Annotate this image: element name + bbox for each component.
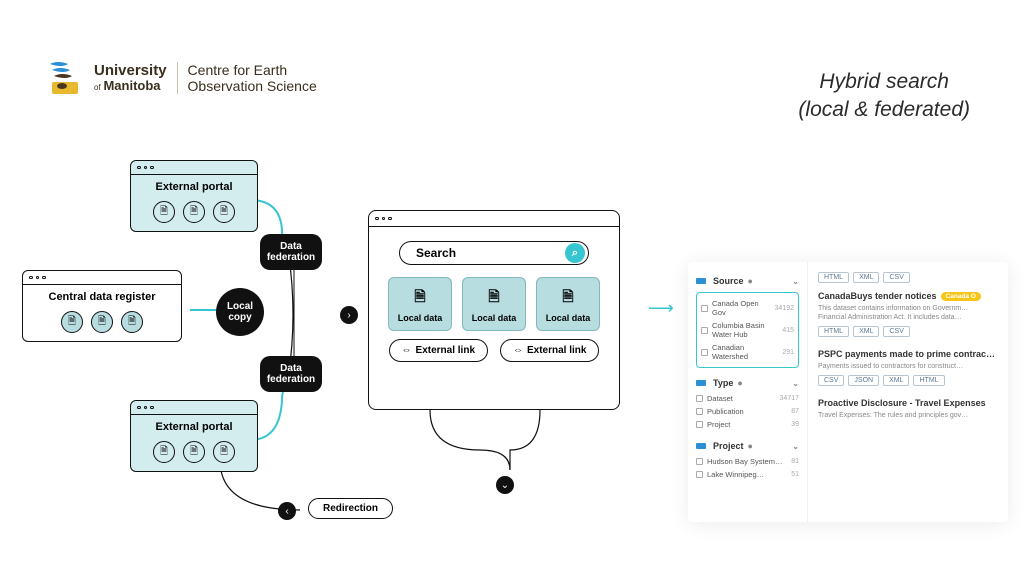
document-icon: 🗎	[562, 286, 573, 310]
facet-item[interactable]: Dataset34717	[696, 392, 799, 405]
external-portal-top: External portal 🗎 🗎 🗎	[130, 160, 258, 232]
format-tag[interactable]: JSON	[848, 375, 879, 386]
result-item[interactable]: PSPC payments made to prime contrac… Pay…	[818, 349, 998, 386]
facet-item[interactable]: Hudson Bay System…81	[696, 455, 799, 468]
arrow-right-icon: ⟶	[648, 298, 674, 319]
external-link-button[interactable]: ⇔External link	[389, 339, 488, 362]
facet-item[interactable]: Canada Open Gov34192	[701, 297, 794, 319]
local-data-card[interactable]: 🗎Local data	[388, 277, 452, 331]
checkbox-icon[interactable]	[701, 327, 708, 334]
checkbox-icon[interactable]	[696, 471, 703, 478]
data-federation-label: Data federation	[260, 356, 322, 392]
format-tag[interactable]: XML	[883, 375, 909, 386]
link-icon: ⇔	[513, 345, 523, 356]
result-screenshot: Source ●⌄ Canada Open Gov34192 Columbia …	[688, 262, 1008, 522]
document-icon: 🗎	[213, 201, 235, 223]
document-icon: 🗎	[153, 441, 175, 463]
external-portal-bottom: External portal 🗎 🗎 🗎	[130, 400, 258, 472]
search-icon[interactable]: ⌕	[565, 243, 585, 263]
local-data-card[interactable]: 🗎Local data	[462, 277, 526, 331]
page-title: Hybrid search (local & federated)	[798, 68, 970, 125]
central-data-register: Central data register 🗎 🗎 🗎	[22, 270, 182, 342]
redirection-label: Redirection	[308, 498, 393, 519]
chevron-down-icon: ⌄	[792, 379, 799, 388]
results-column: HTML XML CSV CanadaBuys tender noticesCa…	[808, 262, 1008, 522]
format-tag[interactable]: XML	[853, 272, 879, 283]
checkbox-icon[interactable]	[696, 408, 703, 415]
facet-project-header[interactable]: Project ●⌄	[696, 437, 799, 455]
facet-item[interactable]: Lake Winnipeg…51	[696, 468, 799, 481]
org-logo: University of Manitoba Centre for Earth …	[48, 58, 317, 98]
facet-item[interactable]: Canadian Watershed291	[701, 341, 794, 363]
architecture-diagram: External portal 🗎 🗎 🗎 Central data regis…	[20, 160, 650, 550]
chevron-down-icon: ⌄	[792, 277, 799, 286]
checkbox-icon[interactable]	[696, 458, 703, 465]
facet-type-header[interactable]: Type ●⌄	[696, 374, 799, 392]
source-badge: Canada O	[941, 292, 981, 301]
document-icon: 🗎	[153, 201, 175, 223]
checkbox-icon[interactable]	[701, 349, 708, 356]
chevron-left-icon: ‹	[278, 502, 296, 520]
checkbox-icon[interactable]	[696, 395, 703, 402]
facet-item[interactable]: Project39	[696, 418, 799, 431]
checkbox-icon[interactable]	[696, 421, 703, 428]
document-icon: 🗎	[414, 286, 425, 310]
facet-sidebar: Source ●⌄ Canada Open Gov34192 Columbia …	[688, 262, 808, 522]
facet-item[interactable]: Publication87	[696, 405, 799, 418]
chevron-right-icon: ›	[340, 306, 358, 324]
result-item[interactable]: CanadaBuys tender noticesCanada O This d…	[818, 291, 998, 337]
logo-mark-icon	[48, 58, 84, 98]
search-portal-window: Search ⌕ 🗎Local data 🗎Local data 🗎Local …	[368, 210, 620, 410]
document-icon: 🗎	[183, 201, 205, 223]
document-icon: 🗎	[213, 441, 235, 463]
format-tag[interactable]: CSV	[818, 375, 844, 386]
format-tag[interactable]: CSV	[883, 326, 909, 337]
checkbox-icon[interactable]	[701, 305, 708, 312]
format-tag[interactable]: CSV	[883, 272, 909, 283]
document-icon: 🗎	[488, 286, 499, 310]
document-icon: 🗎	[183, 441, 205, 463]
facet-source-header[interactable]: Source ●⌄	[696, 272, 799, 290]
chevron-down-icon: ⌄	[792, 442, 799, 451]
format-tag[interactable]: HTML	[913, 375, 944, 386]
search-input[interactable]: Search ⌕	[399, 241, 589, 265]
logo-centre-name: Centre for Earth Observation Science	[188, 62, 317, 94]
logo-university-name: University of Manitoba	[94, 63, 167, 93]
link-icon: ⇔	[402, 345, 412, 356]
document-icon: 🗎	[91, 311, 113, 333]
logo-divider	[177, 62, 178, 94]
format-tag[interactable]: XML	[853, 326, 879, 337]
document-icon: 🗎	[61, 311, 83, 333]
format-tag[interactable]: HTML	[818, 272, 849, 283]
result-item[interactable]: Proactive Disclosure - Travel Expenses T…	[818, 398, 998, 420]
data-federation-label: Data federation	[260, 234, 322, 270]
chevron-down-icon: ⌄	[496, 476, 514, 494]
document-icon: 🗎	[121, 311, 143, 333]
local-copy-label: Local copy	[216, 288, 264, 336]
local-data-card[interactable]: 🗎Local data	[536, 277, 600, 331]
external-link-button[interactable]: ⇔External link	[500, 339, 599, 362]
format-tag[interactable]: HTML	[818, 326, 849, 337]
facet-item[interactable]: Columbia Basin Water Hub415	[701, 319, 794, 341]
